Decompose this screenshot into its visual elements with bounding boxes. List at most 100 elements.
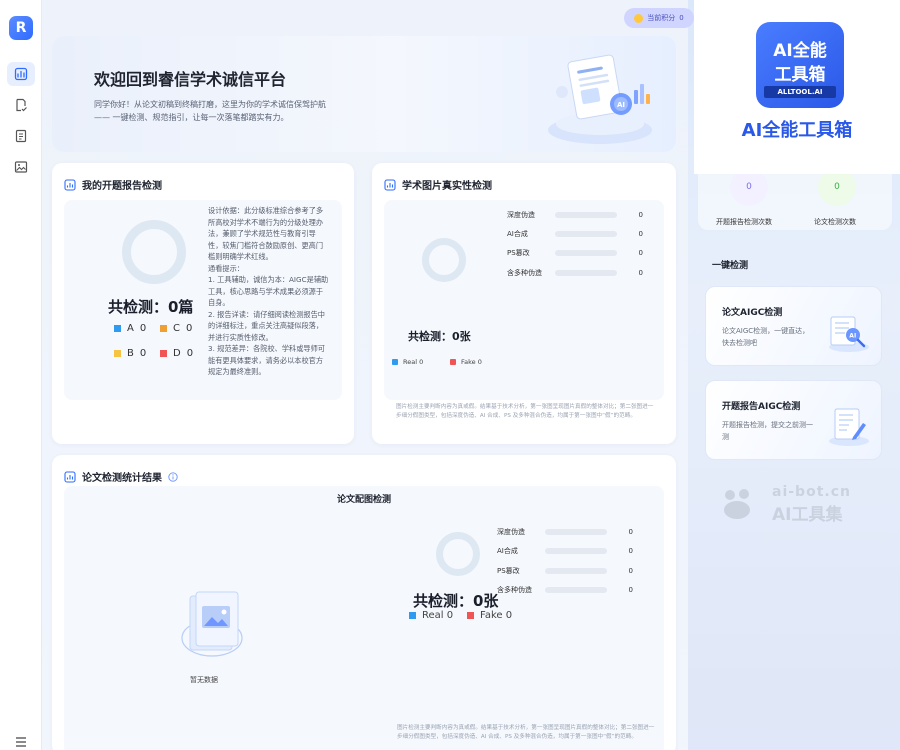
- app-logo[interactable]: R: [9, 16, 33, 40]
- brand-badge-line-3: ALLTOOL.AI: [764, 86, 836, 98]
- image-icon: [14, 161, 28, 173]
- bar-track: [555, 250, 617, 256]
- sidebar-item-dashboard[interactable]: [7, 62, 35, 86]
- legend-item-c: C0: [160, 323, 192, 334]
- points-badge[interactable]: 当前积分 0: [624, 8, 694, 28]
- brand-badge-line-2: 工具箱: [774, 65, 826, 85]
- image-card-title: 学术图片真实性检测: [402, 181, 492, 192]
- image-card-header: 学术图片真实性检测: [384, 177, 492, 192]
- feature-title: 开题报告AIGC检测: [722, 402, 801, 412]
- bar-track: [545, 548, 607, 554]
- bar-value: 0: [638, 230, 643, 238]
- banner-description: 同学你好！从论文初稿到终稿打磨，这里为你的学术诚信保驾护航 —— 一键检测、规范…: [94, 98, 394, 124]
- sidebar-item-report[interactable]: [7, 124, 35, 148]
- legend-value-a: 0: [139, 323, 147, 334]
- legend-label-d: D: [173, 348, 181, 359]
- bar-track: [545, 587, 607, 593]
- bar-label: 深度伪造: [497, 528, 525, 536]
- bar-label: 含多种伪造: [497, 586, 532, 594]
- bar-row-mixed: 含多种伪造 0: [497, 585, 633, 595]
- report-aigc-check-button[interactable]: 开题报告AIGC检测 开题报告检测，提交之前测一测: [705, 380, 882, 460]
- bar-row-ai: AI合成 0: [507, 229, 643, 239]
- bar-value: 0: [638, 211, 643, 219]
- report-donut-chart: [122, 220, 186, 284]
- svg-text:AI: AI: [617, 101, 625, 109]
- menu-icon[interactable]: [14, 736, 28, 748]
- svg-text:AI: AI: [849, 333, 856, 340]
- points-label: 当前积分: [647, 14, 676, 22]
- grading-description: 设计依据：此分级标准综合参考了多所高校对学术不端行为的分级处理办法，兼顾了学术规…: [208, 206, 329, 376]
- bar-row-mixed: 含多种伪造 0: [507, 268, 643, 278]
- legend-swatch-b: [114, 350, 121, 357]
- legend-label-c: C: [173, 323, 180, 334]
- bar-label: 深度伪造: [507, 211, 535, 219]
- image-donut-chart: [422, 238, 466, 282]
- banner-desc-line-2: —— 一键检测、规范指引，让每一次落笔都踏实有力。: [94, 113, 289, 122]
- bar-track: [555, 231, 617, 237]
- legend-value-d: 0: [186, 348, 194, 359]
- report-count-label: 开题报告检测次数: [716, 218, 772, 226]
- legend-swatch-c: [160, 325, 167, 332]
- info-icon[interactable]: [168, 471, 178, 482]
- legend-label-real: Real 0: [403, 358, 424, 366]
- bar-row-ps: PS篡改 0: [497, 566, 633, 576]
- paper-count-label: 论文检测次数: [814, 218, 856, 226]
- image-stats-panel: 深度伪造 0 AI合成 0 PS篡改 0 含多种伪造 0 共检测：0张 Real 0 F…: [384, 200, 664, 400]
- bar-track: [545, 529, 607, 535]
- bar-row-ps: PS篡改 0: [507, 248, 643, 258]
- legend-value-c: 0: [185, 323, 193, 334]
- chart-box-icon: [384, 178, 396, 191]
- sidebar-item-image[interactable]: [7, 155, 35, 179]
- image-total-count: 共检测：0张: [408, 330, 471, 343]
- legend-label-fake: Fake 0: [461, 358, 482, 366]
- bar-track: [555, 212, 617, 218]
- bar-value: 0: [638, 249, 643, 257]
- paper-aigc-check-button[interactable]: 论文AIGC检测 论文AIGC检测，一键直达，快去检测吧 AI: [705, 286, 882, 366]
- welcome-banner: 欢迎回到睿信学术诚信平台 同学你好！从论文初稿到终稿打磨，这里为你的学术诚信保驾…: [52, 36, 676, 152]
- brand-name: AI全能工具箱: [741, 120, 853, 141]
- image-check-card: 学术图片真实性检测 深度伪造 0 AI合成 0 PS篡改 0 含多种伪造 0 共检测：0…: [372, 163, 676, 444]
- bar-value: 0: [628, 567, 633, 575]
- bar-row-ai: AI合成 0: [497, 546, 633, 556]
- bar-value: 0: [628, 528, 633, 536]
- bar-row-deepfake: 深度伪造 0: [497, 527, 633, 537]
- paper-donut-chart: [436, 532, 480, 576]
- legend-item-real: Real 0: [392, 358, 423, 366]
- legend-swatch-fake: [450, 359, 456, 365]
- bar-value: 0: [628, 586, 633, 594]
- coin-icon: [634, 13, 644, 23]
- brand-logo: AI全能 工具箱 ALLTOOL.AI: [756, 22, 844, 108]
- empty-state-text: 暂无数据: [190, 676, 218, 684]
- watermark: ai-bot.cn AI工具集: [716, 484, 876, 525]
- legend-item-fake: Fake 0: [450, 358, 482, 366]
- legend-swatch-d: [160, 350, 167, 357]
- paper-check-note: 图片检测主要判断内容为真或假。结果基于技术分析，第一张图呈现图片真假的整体对比；…: [397, 725, 655, 740]
- banner-title: 欢迎回到睿信学术诚信平台: [94, 70, 287, 89]
- watermark-logo-icon: [724, 489, 750, 519]
- watermark-line-2: AI工具集: [772, 505, 843, 525]
- paper-card-title: 论文检测统计结果: [82, 473, 162, 484]
- legend-value-b: 0: [139, 348, 147, 359]
- bar-row-deepfake: 深度伪造 0: [507, 210, 643, 220]
- legend-item-d: D0: [160, 348, 193, 359]
- legend-swatch-fake: [467, 612, 474, 619]
- main-content: 欢迎回到睿信学术诚信平台 同学你好！从论文初稿到终稿打磨，这里为你的学术诚信保驾…: [42, 0, 688, 750]
- legend-label-b: B: [127, 348, 134, 359]
- legend-label-a: A: [127, 323, 134, 334]
- bar-label: PS篡改: [497, 567, 520, 575]
- bar-track: [555, 270, 617, 276]
- report-card-title: 我的开题报告检测: [82, 181, 162, 192]
- legend-label-real: Real 0: [422, 610, 454, 621]
- points-value: 0: [679, 14, 684, 22]
- legend-swatch-real: [409, 612, 416, 619]
- sidebar-item-check[interactable]: [7, 93, 35, 117]
- chart-box-icon: [64, 178, 76, 191]
- paper-stats-card: 论文检测统计结果 论文配图检测 暂无数据 深度伪造 0 AI合成 0 PS篡改 0 含…: [52, 455, 676, 750]
- bar-label: AI合成: [497, 547, 518, 555]
- bar-value: 0: [638, 269, 643, 277]
- bar-label: AI合成: [507, 230, 528, 238]
- paper-total-count: 共检测：0张: [413, 592, 499, 610]
- feature-description: 论文AIGC检测，一键直达，快去检测吧: [722, 327, 810, 347]
- report-card-header: 我的开题报告检测: [64, 177, 162, 192]
- document-check-icon: [16, 98, 27, 112]
